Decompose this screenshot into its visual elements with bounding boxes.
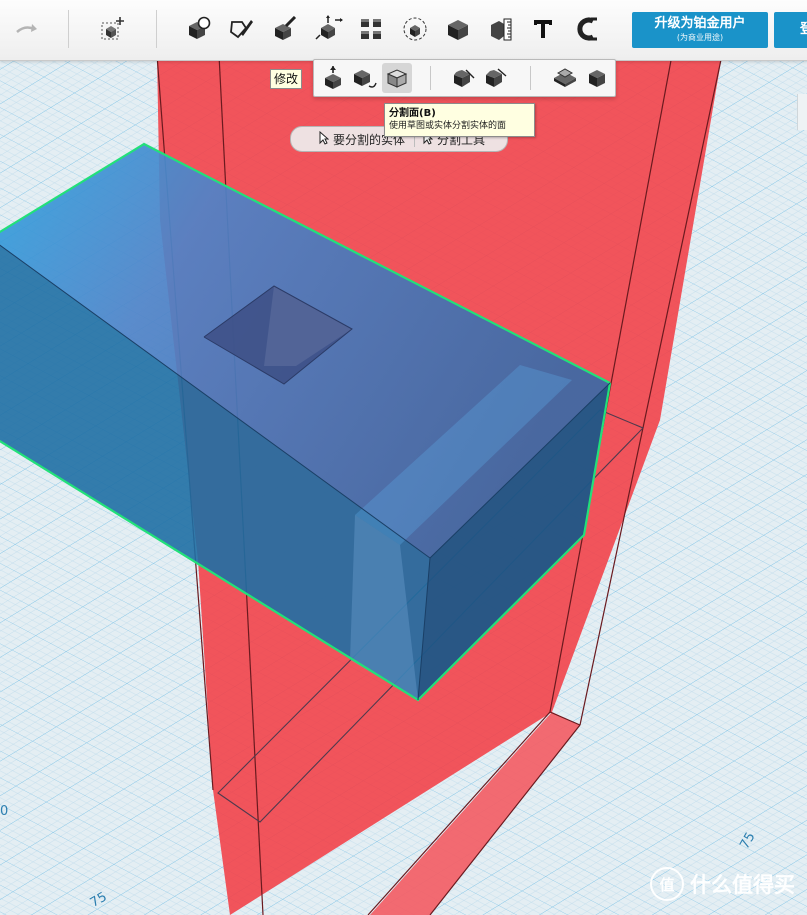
toolbar-divider [68,10,69,48]
press-pull-icon[interactable] [318,63,348,93]
modify-submenu [313,59,616,97]
shell-icon[interactable] [582,63,612,93]
chamfer-icon[interactable] [480,63,510,93]
submenu-divider [430,66,431,90]
login-label: 登 [800,22,807,37]
construct-icon[interactable] [270,14,300,44]
split-face-icon[interactable] [382,63,412,93]
cursor-icon [319,130,330,148]
transform-icon[interactable] [314,14,344,44]
smart-select-icon[interactable] [98,14,128,44]
toolbar-divider [156,10,157,48]
split-solid-icon[interactable] [550,63,580,93]
upgrade-label: 升级为铂金用户 [654,16,746,31]
tweak-icon[interactable] [350,63,380,93]
measure-icon[interactable] [486,14,516,44]
upgrade-button[interactable]: 升级为铂金用户 (为商业用途) [632,12,768,48]
redo-icon[interactable] [12,14,42,44]
pattern-icon[interactable] [356,14,386,44]
login-button[interactable]: 登 [774,12,807,48]
tooltip-description: 使用草图或实体分割实体的面 [389,121,507,131]
watermark: 值 什么值得买 [650,867,795,901]
split-face-tooltip: 分割面(B) 使用草图或实体分割实体的面 [384,103,535,137]
view-cube[interactable] [797,94,807,130]
tooltip-title: 分割面(B) [389,108,436,119]
upgrade-sublabel: (为商业用途) [676,33,724,42]
sketch-icon[interactable] [226,14,256,44]
text-icon[interactable] [528,14,558,44]
grid-label-origin: 0 [0,804,8,819]
combine-icon[interactable] [443,14,473,44]
primitives-icon[interactable] [184,14,214,44]
main-toolbar: 升级为铂金用户 (为商业用途) 登 [0,0,807,61]
modify-tooltip: 修改 [270,69,303,89]
grouping-icon[interactable] [400,14,430,44]
watermark-logo-icon: 值 [650,867,684,901]
submenu-divider [530,66,531,90]
snap-icon[interactable] [571,14,601,44]
watermark-text: 什么值得买 [690,873,795,897]
fillet-icon[interactable] [448,63,478,93]
